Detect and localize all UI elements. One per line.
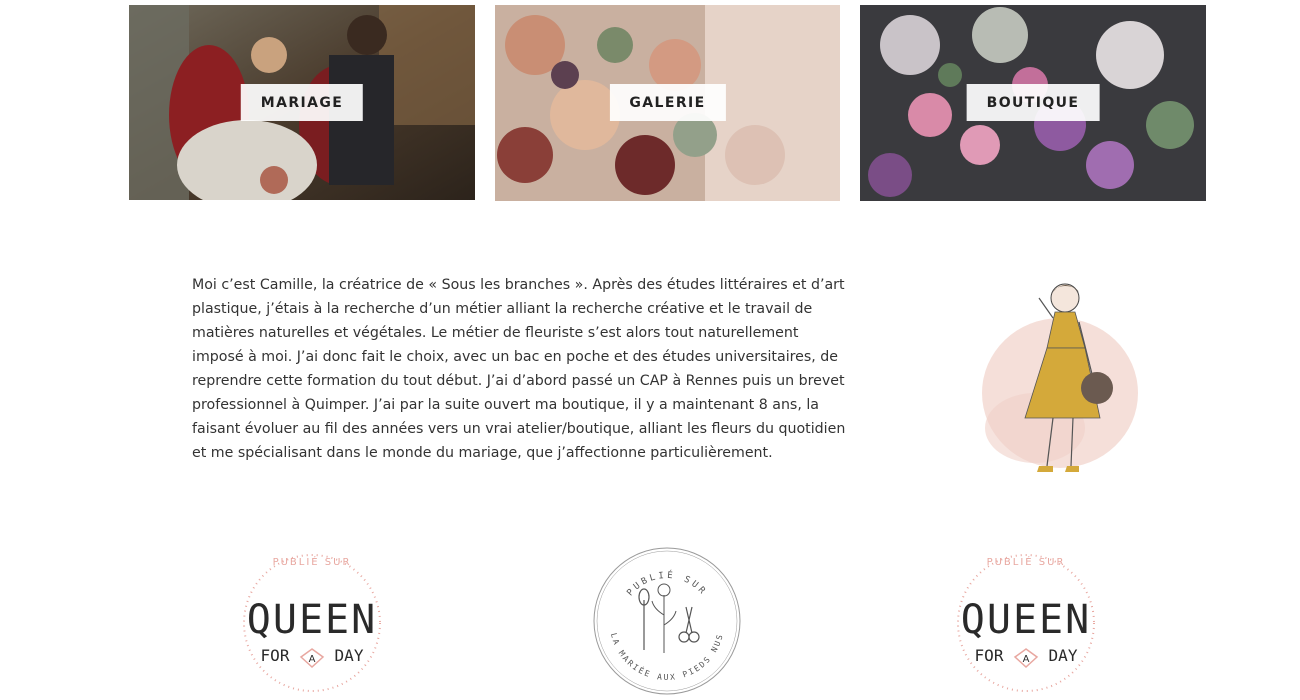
badge-top-text: PUBLIÉ SUR xyxy=(625,569,705,598)
badge-main-text: QUEEN xyxy=(961,597,1091,643)
badge-top-text: PUBLIÉ SUR xyxy=(273,555,352,568)
badge-mid-letter: A xyxy=(309,654,316,665)
queen-for-a-day-badge[interactable]: PUBLIÉ SUR QUEEN FOR A DAY xyxy=(237,545,387,695)
card-mariage[interactable]: MARIAGE xyxy=(129,5,475,200)
mariee-aux-pieds-nus-badge[interactable]: PUBLIÉ SUR LA MARIÉE AUX PIEDS NUS xyxy=(592,545,742,695)
card-label-boutique: BOUTIQUE xyxy=(966,84,1100,121)
badge-right-word: DAY xyxy=(335,646,364,665)
card-boutique[interactable]: BOUTIQUE xyxy=(860,5,1206,201)
badge-left-word: FOR xyxy=(261,646,290,665)
card-galerie[interactable]: GALERIE xyxy=(495,5,840,201)
svg-text:PUBLIÉ SUR: PUBLIÉ SUR xyxy=(625,569,708,598)
badge-main-text: QUEEN xyxy=(247,597,377,643)
badge-right-word: DAY xyxy=(1049,646,1078,665)
svg-text:LA MARIÉE AUX PIEDS NUS: LA MARIÉE AUX PIEDS NUS xyxy=(609,632,725,682)
badge-mid-letter: A xyxy=(1023,654,1030,665)
badge-top-text: PUBLIÉ SUR xyxy=(987,555,1066,568)
card-label-galerie: GALERIE xyxy=(609,84,726,121)
florist-illustration xyxy=(975,278,1145,478)
card-label-mariage: MARIAGE xyxy=(240,84,364,121)
badge-left-word: FOR xyxy=(975,646,1004,665)
queen-for-a-day-badge[interactable]: PUBLIÉ SUR QUEEN FOR A DAY xyxy=(951,545,1101,695)
bio-paragraph: Moi c’est Camille, la créatrice de « Sou… xyxy=(192,277,846,461)
badge-bottom-text: LA MARIÉE AUX PIEDS NUS xyxy=(609,632,723,682)
